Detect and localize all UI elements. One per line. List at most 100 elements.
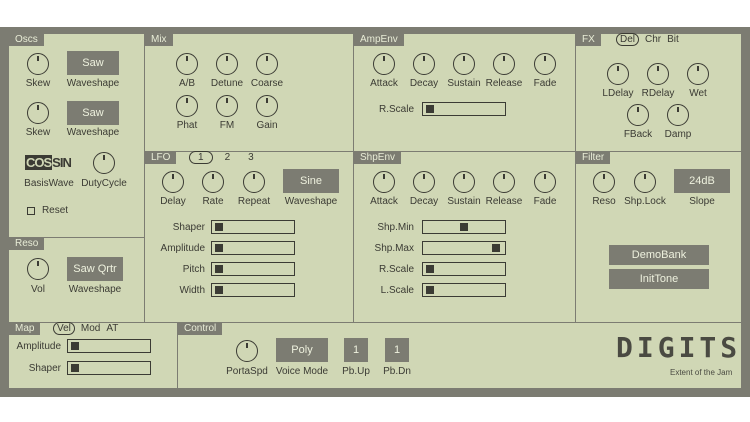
shplock-knob[interactable]	[634, 171, 656, 193]
shp-max-slider[interactable]	[422, 241, 506, 255]
shp-rscale-slider[interactable]	[422, 262, 506, 276]
portaspd-knob[interactable]	[236, 340, 258, 362]
ab-knob[interactable]	[176, 53, 198, 75]
basis-sin[interactable]: SIN	[52, 155, 72, 170]
slider-thumb[interactable]	[215, 265, 223, 273]
amp-decay-knob[interactable]	[413, 53, 435, 75]
basis-cos[interactable]: COS	[25, 155, 52, 170]
skew1-knob[interactable]	[27, 53, 49, 75]
shp-release-knob[interactable]	[493, 171, 515, 193]
lfo-wave-button[interactable]: Sine	[283, 169, 339, 193]
lfo-width-slider[interactable]	[211, 283, 295, 297]
shp-lscale-slider[interactable]	[422, 283, 506, 297]
fx-tab-chr[interactable]: Chr	[645, 34, 661, 45]
mix-section: Mix A/B Detune Coarse Phat FM Gain	[144, 33, 354, 152]
coarse-knob[interactable]	[256, 53, 278, 75]
dutycycle-knob[interactable]	[93, 152, 115, 174]
filter-reso-knob[interactable]	[593, 171, 615, 193]
lfo-repeat-knob[interactable]	[243, 171, 265, 193]
pbup-button[interactable]: 1	[344, 338, 368, 362]
amp-sustain-knob[interactable]	[453, 53, 475, 75]
amp-attack-knob[interactable]	[373, 53, 395, 75]
map-shaper-slider[interactable]	[67, 361, 151, 375]
vol-knob[interactable]	[27, 258, 49, 280]
fx-tab-bit[interactable]: Bit	[667, 34, 679, 45]
fx-tabs: Del Chr Bit	[616, 33, 685, 46]
brand-subtitle: Extent of the Jam	[670, 368, 733, 377]
shp-min-label: Shp.Min	[377, 222, 414, 233]
pbdn-label: Pb.Dn	[383, 366, 411, 377]
ampenv-section: AmpEnv Attack Decay Sustain Release Fade…	[353, 33, 576, 152]
lfo-pitch-label: Pitch	[182, 264, 205, 275]
shp-attack-knob[interactable]	[373, 171, 395, 193]
phat-knob[interactable]	[176, 95, 198, 117]
amp-rscale-slider[interactable]	[422, 102, 506, 116]
lfo-shaper-label: Shaper	[172, 222, 205, 233]
reso-wave-button[interactable]: Saw Qrtr	[67, 257, 123, 281]
wave2-label: Waveshape	[66, 127, 120, 138]
lfo-tab-2[interactable]: 2	[225, 152, 231, 163]
reset-label: Reset	[41, 205, 69, 216]
demobank-button[interactable]: DemoBank	[609, 245, 709, 265]
skew1-label: Skew	[25, 78, 51, 89]
map-tab-mod[interactable]: Mod	[81, 323, 100, 334]
map-title: Map	[9, 323, 41, 335]
wave2-button[interactable]: Saw	[67, 101, 119, 125]
lfo-section: LFO 123 Delay Rate Repeat Sine Waveshape…	[144, 151, 354, 323]
voicemode-button[interactable]: Poly	[276, 338, 328, 362]
slider-thumb[interactable]	[71, 364, 79, 372]
slider-thumb[interactable]	[460, 223, 468, 231]
wet-knob[interactable]	[687, 63, 709, 85]
fx-title: FX	[576, 34, 601, 46]
lfo-amplitude-slider[interactable]	[211, 241, 295, 255]
lfo-rate-knob[interactable]	[202, 171, 224, 193]
digits-logo: DIGITS	[616, 331, 742, 364]
ldelay-knob[interactable]	[607, 63, 629, 85]
lfo-tab-3[interactable]: 3	[248, 152, 254, 163]
synth-panel: Oscs Skew Saw Waveshape Skew Saw Wavesha…	[8, 33, 742, 389]
map-tab-at[interactable]: AT	[106, 323, 118, 334]
control-section: Control PortaSpd Poly Voice Mode 1 Pb.Up…	[177, 322, 742, 389]
lfo-width-label: Width	[179, 285, 205, 296]
amp-fade-knob[interactable]	[534, 53, 556, 75]
slider-thumb[interactable]	[426, 105, 434, 113]
slider-thumb[interactable]	[492, 244, 500, 252]
vol-label: Vol	[31, 284, 45, 295]
lfo-delay-knob[interactable]	[162, 171, 184, 193]
damp-label: Damp	[664, 129, 692, 140]
wave1-button[interactable]: Saw	[67, 51, 119, 75]
pbdn-button[interactable]: 1	[385, 338, 409, 362]
slider-thumb[interactable]	[71, 342, 79, 350]
skew2-knob[interactable]	[27, 102, 49, 124]
slider-thumb[interactable]	[215, 286, 223, 294]
inittone-button[interactable]: InitTone	[609, 269, 709, 289]
slider-thumb[interactable]	[215, 223, 223, 231]
map-amplitude-slider[interactable]	[67, 339, 151, 353]
amp-fade-label: Fade	[533, 78, 557, 89]
lfo-shaper-slider[interactable]	[211, 220, 295, 234]
shp-fade-label: Fade	[533, 196, 557, 207]
fm-knob[interactable]	[216, 95, 238, 117]
map-section: Map Vel Mod AT Amplitude Shaper	[8, 322, 178, 389]
shp-fade-knob[interactable]	[534, 171, 556, 193]
slope-button[interactable]: 24dB	[674, 169, 730, 193]
slider-thumb[interactable]	[426, 286, 434, 294]
fback-knob[interactable]	[627, 104, 649, 126]
shp-sustain-knob[interactable]	[453, 171, 475, 193]
gain-label: Gain	[256, 120, 278, 131]
detune-knob[interactable]	[216, 53, 238, 75]
basiswave-selector[interactable]: COSSIN	[25, 155, 72, 170]
map-tab-vel[interactable]: Vel	[53, 322, 75, 335]
gain-knob[interactable]	[256, 95, 278, 117]
shp-decay-knob[interactable]	[413, 171, 435, 193]
lfo-pitch-slider[interactable]	[211, 262, 295, 276]
shp-min-slider[interactable]	[422, 220, 506, 234]
slider-thumb[interactable]	[426, 265, 434, 273]
shp-rscale-label: R.Scale	[378, 264, 414, 275]
amp-release-knob[interactable]	[493, 53, 515, 75]
damp-knob[interactable]	[667, 104, 689, 126]
lfo-tab-1[interactable]: 1	[189, 151, 213, 164]
slider-thumb[interactable]	[215, 244, 223, 252]
fx-tab-del[interactable]: Del	[616, 33, 640, 46]
rdelay-knob[interactable]	[647, 63, 669, 85]
